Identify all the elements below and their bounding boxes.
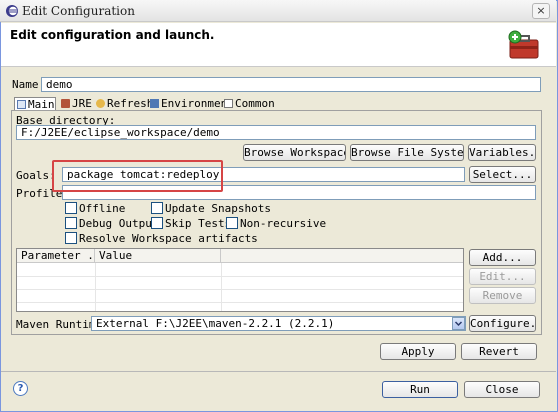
offline-checkbox[interactable]	[65, 202, 77, 214]
close-window-button[interactable]: ×	[532, 3, 550, 19]
tab-environment[interactable]: Environment	[148, 97, 234, 111]
offline-label: Offline	[79, 202, 126, 215]
value-column-header[interactable]: Value	[95, 249, 221, 263]
remove-parameter-button[interactable]: Remove	[469, 287, 536, 304]
goals-highlight-annotation	[52, 160, 223, 192]
environment-tab-icon	[150, 99, 159, 108]
update-snapshots-label: Update Snapshots	[165, 202, 271, 215]
tab-jre-label: JRE	[72, 97, 92, 110]
browse-workspace-button[interactable]: Browse Workspace...	[243, 144, 346, 161]
update-snapshots-checkbox[interactable]	[151, 202, 163, 214]
select-goals-button[interactable]: Select...	[469, 166, 536, 183]
banner-title: Edit configuration and launch.	[10, 28, 215, 42]
table-gridline	[17, 276, 463, 277]
table-gridline	[221, 263, 222, 311]
table-gridline	[95, 263, 96, 311]
dropdown-arrow-icon[interactable]	[452, 317, 465, 330]
common-tab-icon	[224, 99, 233, 108]
skip-tests-checkbox[interactable]	[151, 217, 163, 229]
tab-jre[interactable]: JRE	[59, 97, 92, 111]
jre-tab-icon	[61, 99, 70, 108]
maven-runtime-value: External F:\J2EE\maven-2.2.1 (2.2.1)	[96, 317, 335, 330]
window-title: Edit Configuration	[22, 4, 135, 18]
tab-refresh[interactable]: Refresh	[94, 97, 153, 111]
goals-label: Goals:	[16, 169, 56, 182]
parameter-column-header[interactable]: Parameter ...	[17, 249, 107, 263]
tab-common-label: Common	[235, 97, 275, 110]
footer-separator	[1, 371, 556, 372]
non-recursive-label: Non-recursive	[240, 217, 327, 230]
run-button[interactable]: Run	[382, 381, 458, 398]
eclipse-icon	[6, 5, 18, 17]
resolve-workspace-checkbox[interactable]	[65, 232, 77, 244]
toolbox-icon	[508, 30, 539, 59]
revert-button[interactable]: Revert	[461, 343, 537, 360]
edit-parameter-button[interactable]: Edit...	[469, 268, 536, 285]
refresh-tab-icon	[96, 99, 105, 108]
name-field[interactable]: demo	[41, 77, 541, 92]
table-gridline	[17, 289, 463, 290]
debug-output-checkbox[interactable]	[65, 217, 77, 229]
tab-common[interactable]: Common	[222, 97, 275, 111]
close-button[interactable]: Close	[464, 381, 540, 398]
debug-output-label: Debug Output	[79, 217, 159, 230]
add-parameter-button[interactable]: Add...	[469, 249, 536, 266]
skip-tests-label: Skip Tests	[165, 217, 232, 230]
tab-refresh-label: Refresh	[107, 97, 154, 110]
filler-column-header	[221, 249, 463, 263]
non-recursive-checkbox[interactable]	[226, 217, 238, 229]
table-gridline	[17, 302, 463, 303]
apply-button[interactable]: Apply	[380, 343, 456, 360]
base-directory-field[interactable]: F:/J2EE/eclipse_workspace/demo	[16, 125, 536, 140]
main-tab-icon	[17, 100, 26, 109]
help-icon[interactable]: ?	[13, 381, 28, 396]
variables-button[interactable]: Variables...	[468, 144, 536, 161]
resolve-workspace-label: Resolve Workspace artifacts	[79, 232, 258, 245]
browse-file-system-button[interactable]: Browse File System...	[350, 144, 464, 161]
maven-runtime-select[interactable]: External F:\J2EE\maven-2.2.1 (2.2.1)	[91, 316, 466, 331]
configure-runtime-button[interactable]: Configure...	[469, 315, 536, 332]
parameters-table[interactable]: Parameter ... Value	[16, 248, 464, 312]
